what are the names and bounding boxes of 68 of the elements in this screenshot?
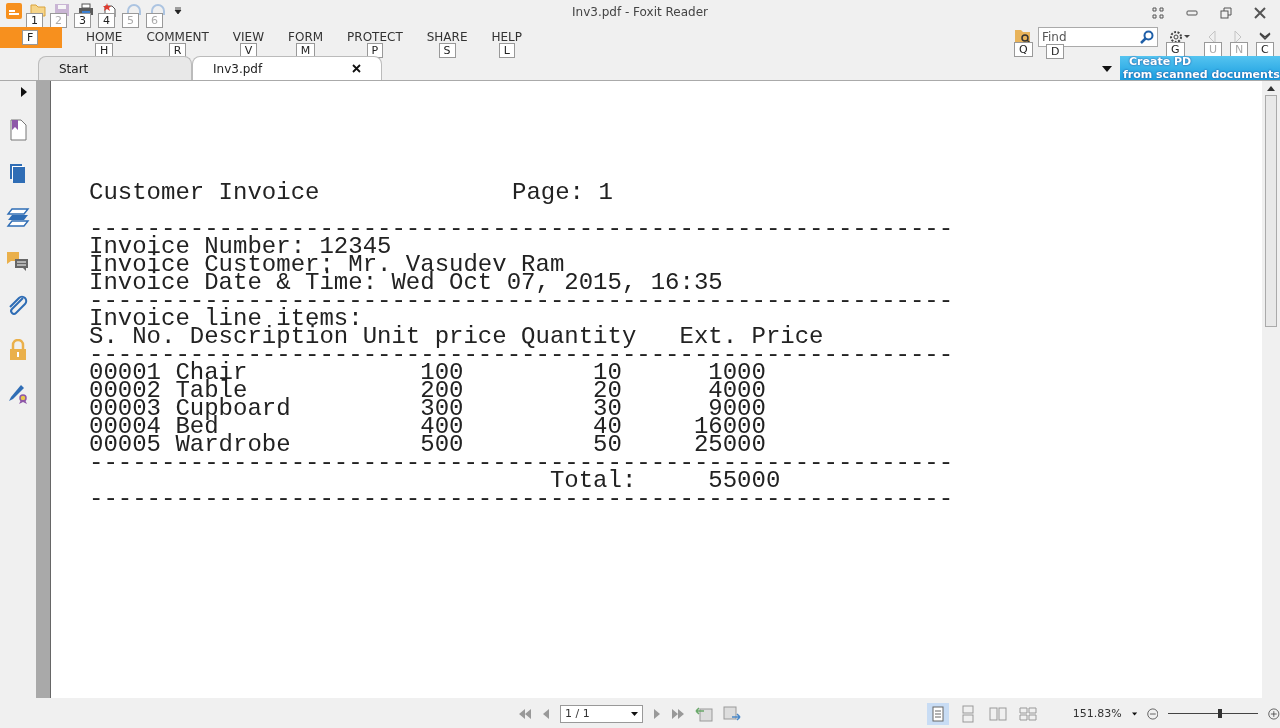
- keytip: P: [366, 43, 384, 58]
- dropdown-icon[interactable]: [174, 7, 182, 15]
- expand-icon[interactable]: [21, 87, 27, 97]
- view-mode-button[interactable]: [926, 702, 949, 725]
- bookmark-icon[interactable]: [8, 119, 28, 141]
- next-view-icon[interactable]: [722, 705, 741, 722]
- window-title: Inv3.pdf - Foxit Reader: [572, 5, 708, 19]
- collapse-icon[interactable]: [1259, 32, 1271, 42]
- comments-icon[interactable]: [6, 251, 30, 273]
- ribbon-tab[interactable]: SHARE: [414, 26, 480, 43]
- ribbon-tab[interactable]: VIEW: [220, 26, 277, 43]
- dropdown-icon[interactable]: [630, 711, 638, 716]
- padlock-icon[interactable]: [8, 339, 28, 361]
- keytip: Q: [1014, 42, 1033, 57]
- search-field[interactable]: Find: [1038, 27, 1158, 47]
- keytip: 4: [98, 13, 115, 28]
- page-number: Page: 1: [512, 184, 613, 208]
- ribbon-tab[interactable]: HOME: [74, 26, 135, 43]
- ribbon-tab[interactable]: PROTECT: [335, 26, 415, 43]
- file-tab[interactable]: F: [0, 27, 62, 48]
- search-icon[interactable]: [1140, 30, 1154, 44]
- keytip: L: [498, 43, 515, 58]
- page-number: 1 / 1: [565, 707, 590, 720]
- left-arrow-icon[interactable]: [1207, 30, 1217, 44]
- last-page-icon[interactable]: [670, 707, 685, 720]
- ribbon-tab[interactable]: COMMENT: [134, 26, 221, 43]
- dropdown-icon[interactable]: [1102, 66, 1112, 72]
- layers-icon[interactable]: [6, 207, 30, 229]
- zoom-out-icon[interactable]: [1146, 705, 1159, 722]
- close-icon[interactable]: [1254, 7, 1266, 19]
- keytip: 6: [146, 13, 163, 28]
- zoom-in-icon[interactable]: [1268, 705, 1280, 722]
- document-line: ------------------------------------------------------------: [89, 490, 954, 508]
- slider-thumb[interactable]: [1217, 709, 1222, 718]
- close-icon[interactable]: [352, 64, 361, 73]
- keytip: 2: [50, 13, 67, 28]
- redo-icon[interactable]: [150, 3, 166, 17]
- dropdown-icon[interactable]: [1131, 711, 1137, 716]
- settings-icon[interactable]: [1169, 30, 1191, 44]
- pages-icon[interactable]: [8, 163, 28, 185]
- ribbon-tab[interactable]: FORM: [276, 26, 336, 43]
- next-page-icon[interactable]: [652, 707, 661, 720]
- previous-page-icon[interactable]: [542, 707, 550, 720]
- document-tab[interactable]: Inv3.pdf: [192, 56, 382, 80]
- page-field[interactable]: 1 / 1: [560, 704, 643, 723]
- zoom-value: 151.83%: [1072, 707, 1122, 720]
- restore-icon[interactable]: [1220, 7, 1232, 19]
- keytip: D: [1046, 44, 1065, 59]
- keytip: 5: [122, 13, 139, 28]
- pen-ribbon-icon[interactable]: [7, 383, 29, 405]
- banner-text: Create PD: [1128, 55, 1193, 68]
- undo-icon[interactable]: [126, 3, 142, 17]
- keytip: 3: [74, 13, 91, 28]
- scroll-up-icon[interactable]: [1267, 85, 1275, 91]
- document-tab[interactable]: Start: [38, 56, 192, 80]
- fullscreen-icon[interactable]: [1152, 7, 1164, 19]
- keytip: G: [1166, 42, 1185, 57]
- first-page-icon[interactable]: [518, 707, 532, 720]
- previous-view-icon[interactable]: [694, 705, 713, 722]
- keytip: F: [22, 30, 39, 45]
- folder-search-icon[interactable]: [1014, 28, 1032, 44]
- paperclip-icon[interactable]: [7, 295, 29, 317]
- right-arrow-icon[interactable]: [1233, 30, 1243, 44]
- splitter-bar[interactable]: [36, 81, 51, 698]
- app-logo: [6, 3, 22, 19]
- ribbon-tab[interactable]: HELP: [479, 26, 535, 43]
- keytip: S: [438, 43, 456, 58]
- minimize-icon[interactable]: [1186, 10, 1198, 16]
